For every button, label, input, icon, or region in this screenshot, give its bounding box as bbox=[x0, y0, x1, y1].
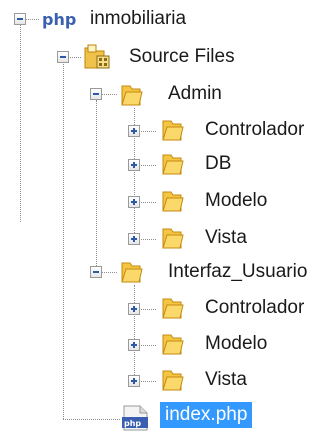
tree-connector bbox=[68, 57, 81, 58]
expand-toggle-interfaz-modelo[interactable] bbox=[128, 339, 140, 351]
collapse-toggle-admin[interactable] bbox=[90, 88, 102, 100]
tree-connector bbox=[63, 419, 120, 420]
tree-label-admin-controlador[interactable]: Controlador bbox=[205, 117, 304, 143]
collapse-toggle-interfaz-usuario[interactable] bbox=[90, 266, 102, 278]
tree-connector bbox=[139, 202, 156, 203]
tree-connector bbox=[101, 94, 117, 95]
tree-connector bbox=[139, 165, 156, 166]
tree-connector bbox=[101, 272, 117, 273]
folder-icon bbox=[162, 120, 184, 141]
folder-icon bbox=[121, 262, 143, 283]
folder-icon bbox=[162, 191, 184, 212]
expand-toggle-interfaz-vista[interactable] bbox=[128, 375, 140, 387]
expand-toggle-interfaz-controlador[interactable] bbox=[128, 303, 140, 315]
tree-connector bbox=[139, 309, 156, 310]
expand-toggle-admin-modelo[interactable] bbox=[128, 196, 140, 208]
tree-connector bbox=[63, 64, 64, 419]
collapse-toggle-inmobiliaria[interactable] bbox=[14, 13, 26, 25]
tree-label-interfaz-modelo[interactable]: Modelo bbox=[205, 331, 267, 357]
tree-label-admin-vista[interactable]: Vista bbox=[205, 225, 247, 251]
tree-label-admin[interactable]: Admin bbox=[168, 81, 222, 107]
tree-connector bbox=[139, 131, 156, 132]
tree-label-interfaz-usuario[interactable]: Interfaz_Usuario bbox=[168, 259, 307, 285]
project-tree: php inmobiliaria Source Files Admin Cont… bbox=[0, 0, 332, 435]
expand-toggle-admin-db[interactable] bbox=[128, 159, 140, 171]
tree-label-admin-db[interactable]: DB bbox=[205, 151, 231, 177]
tree-label-project[interactable]: inmobiliaria bbox=[90, 6, 186, 32]
folder-icon bbox=[162, 154, 184, 175]
svg-text:php: php bbox=[124, 419, 141, 428]
tree-label-admin-modelo[interactable]: Modelo bbox=[205, 188, 267, 214]
tree-label-interfaz-vista[interactable]: Vista bbox=[205, 367, 247, 393]
tree-connector bbox=[139, 381, 156, 382]
tree-label-index-php[interactable]: index.php bbox=[160, 402, 253, 428]
expand-toggle-admin-controlador[interactable] bbox=[128, 125, 140, 137]
folder-icon bbox=[162, 370, 184, 391]
collapse-toggle-source-files[interactable] bbox=[57, 51, 69, 63]
source-package-icon bbox=[84, 44, 110, 69]
tree-connector bbox=[139, 239, 156, 240]
tree-connector bbox=[139, 345, 156, 346]
folder-icon bbox=[162, 228, 184, 249]
tree-label-interfaz-controlador[interactable]: Controlador bbox=[205, 295, 304, 321]
svg-text:php: php bbox=[42, 10, 76, 29]
expand-toggle-admin-vista[interactable] bbox=[128, 233, 140, 245]
folder-icon bbox=[121, 85, 143, 106]
tree-label-source-files[interactable]: Source Files bbox=[129, 44, 235, 70]
folder-icon bbox=[162, 298, 184, 319]
tree-connector bbox=[25, 19, 39, 20]
php-project-icon: php bbox=[42, 10, 76, 29]
php-file-icon: php bbox=[122, 405, 148, 431]
tree-connector bbox=[96, 100, 97, 270]
tree-connector bbox=[134, 285, 135, 383]
folder-icon bbox=[162, 334, 184, 355]
tree-connector bbox=[20, 25, 21, 222]
